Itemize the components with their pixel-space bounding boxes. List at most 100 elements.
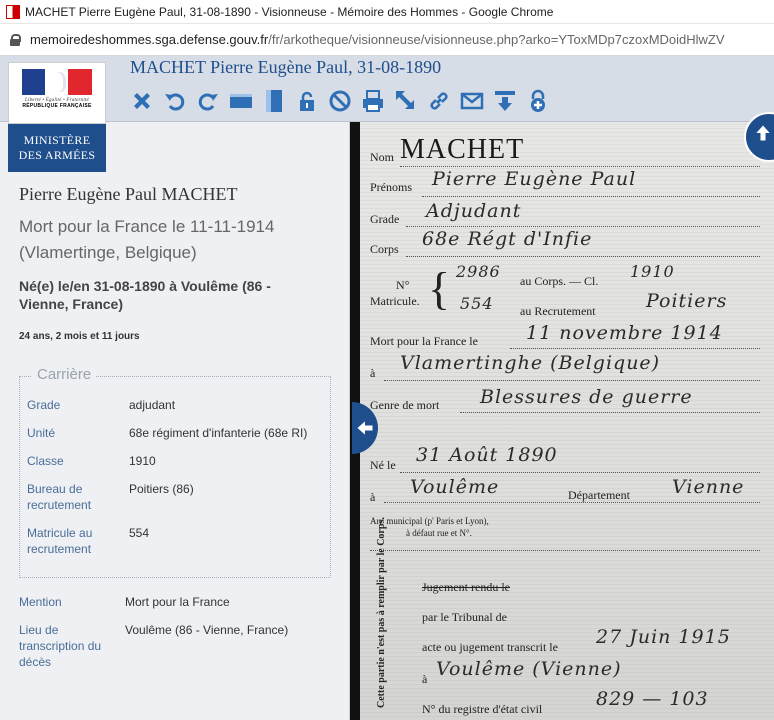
print-button[interactable] [361,89,385,113]
doc-a-label: à [370,366,376,380]
career-label: Grade [27,398,61,412]
link-button[interactable] [427,89,451,113]
reset-icon [329,90,351,112]
career-value: 68e régiment d'infanterie (68e RI) [129,426,308,440]
mention-row: Mention Mort pour la France [19,594,230,610]
age-at-death: 24 ans, 2 mois et 11 jours [19,331,140,342]
download-icon [495,91,515,111]
url-host[interactable]: memoiredeshommes.sga.defense.gouv.fr [30,32,268,47]
doc-corps-label: Corps [370,242,399,256]
reset-button[interactable] [328,89,352,113]
doc-departement-label: Département [568,488,630,502]
document-viewer[interactable]: Nom MACHET Prénoms Pierre Eugène Paul Gr… [350,122,774,720]
rotate-right-button[interactable] [196,89,220,113]
doc-side-note: Cette partie n'est pas à remplir par le … [376,517,387,708]
viewer-title: MACHET Pierre Eugène Paul, 31-08-1890 [130,57,442,77]
career-row-unite: Unité 68e régiment d'infanterie (68e RI) [27,425,307,441]
ministry-logo[interactable]: Liberté • Égalité • Fraternité RÉPUBLIQU… [8,62,106,172]
doc-lieu-mort-value: Vlamertinghe (Belgique) [400,352,661,374]
republic-logo: Liberté • Égalité • Fraternité RÉPUBLIQU… [8,62,106,124]
email-button[interactable] [460,89,484,113]
doc-arr-label: Arr' municipal (p' Paris et Lyon), [370,516,489,526]
career-row-grade: Grade adjudant [27,397,175,413]
doc-registre-label: N° du registre d'état civil [422,702,543,716]
doc-au-corps-label: au Corps. — Cl. [520,274,599,288]
career-value: 1910 [129,454,156,468]
rotate-right-icon [198,93,218,111]
birth-info: Né(e) le/en 31-08-1890 à Voulême (86 - V… [19,278,271,312]
career-label: Unité [27,426,56,440]
doc-mort-label: Mort pour la France le [370,334,478,348]
lock-icon[interactable] [10,33,21,46]
republic-name: RÉPUBLIQUE FRANÇAISE [22,103,92,109]
link-icon [430,92,448,110]
career-row-matricule: Matricule au recrutement 554 [27,525,149,557]
career-value: 554 [129,526,150,540]
download-button[interactable] [493,89,517,113]
rotate-left-button[interactable] [163,89,187,113]
url-path[interactable]: /fr/arkotheque/visionneuse/visionneuse.p… [268,32,724,47]
arrow-up-icon [756,125,770,141]
address-bar[interactable]: memoiredeshommes.sga.defense.gouv.fr/fr/… [0,24,774,56]
doc-genre-value: Blessures de guerre [480,386,693,408]
transcription-value: Voulême (86 - Vienne, France) [125,623,289,637]
doc-recrutement-value: Poitiers [646,290,728,312]
doc-nom-value: MACHET [400,134,525,165]
fit-width-icon [230,94,252,108]
doc-nom-label: Nom [370,150,394,164]
mention-value: Mort pour la France [125,595,230,609]
fit-height-icon [266,90,282,112]
rotate-left-icon [165,93,185,111]
career-row-classe: Classe 1910 [27,453,156,469]
viewer-toolbar [130,86,550,116]
doc-acte-value: 27 Juin 1915 [596,626,731,648]
doc-lieu-acte-value: Voulême (Vienne) [436,658,622,680]
career-row-bureau: Bureau de recrutement Poitiers (86) [27,481,194,513]
info-panel: Pierre Eugène Paul MACHET Mort pour la F… [0,122,350,720]
doc-matricule-label: Matricule. [370,294,420,308]
doc-line [400,472,760,473]
career-legend: Carrière [32,366,97,383]
doc-grade-label: Grade [370,212,400,226]
site-favicon-icon [6,4,20,19]
doc-line [422,196,760,197]
fit-width-button[interactable] [229,89,253,113]
ministry-line2: DES ARMÉES [18,148,96,162]
lock-icon [300,91,314,111]
lock-button[interactable] [295,89,319,113]
death-record-scan[interactable]: Nom MACHET Prénoms Pierre Eugène Paul Gr… [360,122,774,720]
person-name: Pierre Eugène Paul MACHET [19,184,238,204]
doc-jugement-label: Jugement rendu le [422,580,510,594]
doc-au-recrutement-label: au Recrutement [520,304,596,318]
add-basket-icon [531,89,545,112]
ministry-line1: MINISTÈRE [23,133,91,147]
doc-mort-value: 11 novembre 1914 [526,322,723,344]
doc-corps-value: 68e Régt d'Infie [422,228,593,250]
career-value: adjudant [129,398,176,412]
add-basket-button[interactable] [526,89,550,113]
death-info: Mort pour la France le 11-11-1914 (Vlame… [19,217,275,262]
career-section: Carrière Grade adjudant Unité 68e régime… [19,366,331,578]
doc-line [460,412,760,413]
marianne-flag-icon [22,69,92,95]
ministry-name: MINISTÈRE DES ARMÉES [8,124,106,172]
career-label: Classe [27,454,64,468]
doc-a2-label: à [370,490,376,504]
doc-classe-value: 1910 [630,262,675,281]
doc-line [384,502,760,503]
doc-acte-label: acte ou jugement transcrit le [422,640,558,654]
career-label: Bureau de recrutement [27,482,92,512]
doc-prenoms-label: Prénoms [370,180,412,194]
doc-line [406,226,760,227]
fit-height-button[interactable] [262,89,286,113]
fullscreen-icon [396,91,414,109]
doc-line [384,380,760,381]
doc-departement-value: Vienne [672,476,745,498]
window-title: MACHET Pierre Eugène Paul, 31-08-1890 - … [25,4,554,19]
doc-corps-no-value: 2986 [456,262,501,281]
close-button[interactable] [130,89,154,113]
fullscreen-button[interactable] [394,89,418,113]
doc-lieu-ne-value: Voulême [410,476,500,498]
close-icon [134,93,150,109]
doc-ne-label: Né le [370,458,396,472]
